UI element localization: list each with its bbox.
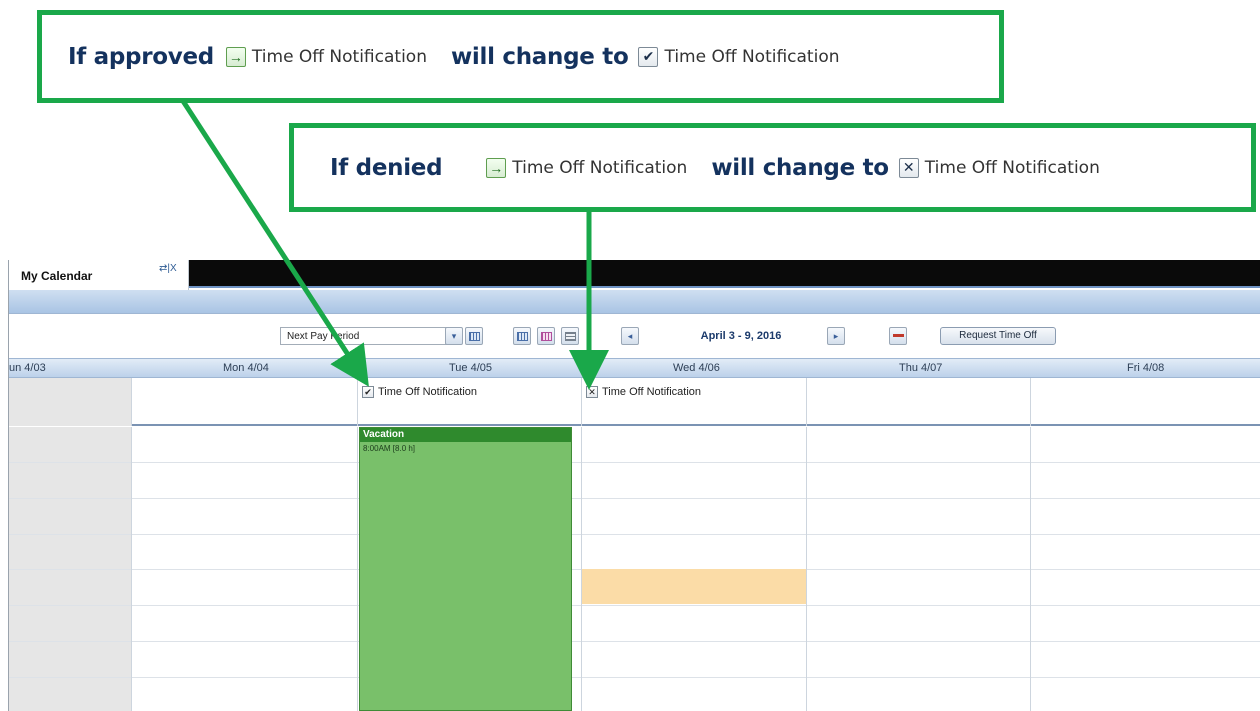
x-mark-icon: ✕ [586,386,598,398]
approved-to-label: Time Off Notification [664,46,840,67]
weekend-shade [9,378,131,426]
denied-lead: If denied [330,154,443,181]
period-value: Next Pay Period [287,331,360,342]
approved-from-label: Time Off Notification [251,46,427,67]
tab-title: My Calendar [21,269,93,283]
event-title: Vacation [360,428,571,442]
checkmark-icon: ✔ [362,386,374,398]
x-mark-icon: ✕ [898,157,919,178]
notification-denied[interactable]: ✕ Time Off Notification [586,386,701,398]
arrow-right-icon: → [225,46,246,67]
day-header-wed: Wed 4/06 [673,362,720,374]
day-header-tue: Tue 4/05 [449,362,493,374]
dropdown-arrow-icon[interactable]: ▾ [445,327,463,345]
arrow-right-icon: → [486,157,507,178]
time-grid: Vacation 8:00AM [8.0 h] [9,427,1260,711]
date-range-label: April 3 - 9, 2016 [700,330,782,342]
day-header-mon: Mon 4/04 [223,362,269,374]
period-select[interactable]: Next Pay Period [280,327,460,345]
all-day-row: ✔ Time Off Notification ✕ Time Off Notif… [9,378,1260,426]
tab-my-calendar[interactable]: My Calendar ⇄|X [9,260,189,290]
notification-label: Time Off Notification [602,386,702,398]
legend-icon[interactable] [889,327,907,345]
approved-lead: If approved [68,43,214,70]
tab-bar: My Calendar ⇄|X [9,260,1260,290]
day-header-sun: un 4/03 [9,362,46,374]
day-header-thu: Thu 4/07 [899,362,943,374]
month-view-icon[interactable] [537,327,555,345]
notification-approved[interactable]: ✔ Time Off Notification [362,386,477,398]
day-header-fri: Fri 4/08 [1127,362,1165,374]
request-time-off-button[interactable]: Request Time Off [940,327,1056,345]
tab-icons: ⇄|X [159,263,177,274]
day-header-row: un 4/03 Mon 4/04 Tue 4/05 Wed 4/06 Thu 4… [9,358,1260,378]
vacation-event[interactable]: Vacation 8:00AM [8.0 h] [359,427,572,711]
ribbon-strip [9,290,1260,314]
calendar-app: My Calendar ⇄|X Next Pay Period ▾ ◂ Apri… [8,260,1260,711]
week-view-icon[interactable] [513,327,531,345]
close-icon[interactable]: X [170,263,177,274]
denied-to-label: Time Off Notification [924,157,1100,178]
notification-label: Time Off Notification [378,386,478,398]
calendar-picker-icon[interactable] [465,327,483,345]
denied-from-label: Time Off Notification [512,157,688,178]
denied-middle: will change to [711,154,889,181]
checkmark-icon: ✔ [638,46,659,67]
callout-approved: If approved → Time Off Notification will… [37,10,1004,103]
event-time: 8:00AM [8.0 h] [363,444,416,453]
pending-time-slot[interactable] [582,569,806,604]
next-period-button[interactable]: ▸ [827,327,845,345]
callout-denied: If denied → Time Off Notification will c… [289,123,1256,212]
list-view-icon[interactable] [561,327,579,345]
approved-middle: will change to [450,43,629,70]
calendar-toolbar: Next Pay Period ▾ ◂ April 3 - 9, 2016 ▸ … [9,315,1260,357]
